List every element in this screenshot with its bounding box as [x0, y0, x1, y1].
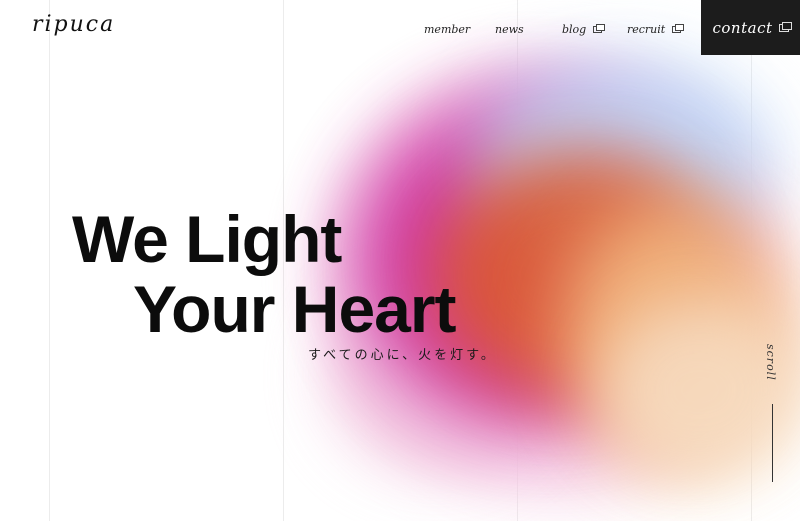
nav-recruit-label: recruit: [627, 22, 666, 36]
contact-button[interactable]: contact: [701, 0, 800, 55]
external-link-icon: [672, 23, 685, 33]
nav-blog[interactable]: blog: [562, 22, 606, 36]
hero-headline-line1: We Light: [72, 202, 342, 276]
hero-tagline: すべての心に、火を灯す。: [308, 348, 497, 363]
scroll-indicator[interactable]: scroll: [764, 344, 777, 381]
scroll-line: [772, 404, 773, 482]
external-link-icon: [593, 23, 606, 33]
logo[interactable]: ripuca: [32, 12, 115, 37]
contact-label: contact: [712, 18, 773, 37]
nav-recruit[interactable]: recruit: [627, 22, 685, 36]
external-link-icon: [778, 21, 792, 32]
nav-news[interactable]: news: [495, 22, 524, 36]
hero-headline-line2: Your Heart: [133, 272, 457, 346]
blob-cream: [600, 300, 800, 480]
nav-blog-label: blog: [562, 22, 587, 36]
nav-member-label: member: [424, 22, 471, 36]
nav-news-label: news: [495, 22, 524, 36]
nav-member[interactable]: member: [424, 22, 470, 36]
